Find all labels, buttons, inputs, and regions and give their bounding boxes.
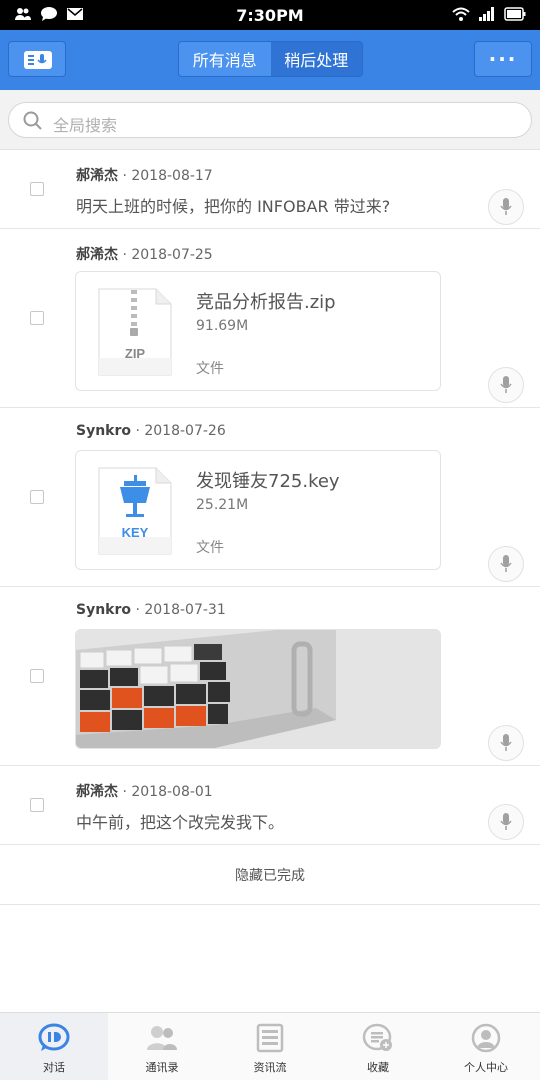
microphone-icon <box>500 555 512 572</box>
file-name: 发现锤友725.key <box>196 471 340 492</box>
wifi-icon <box>452 7 470 21</box>
search-input[interactable]: 全局搜索 <box>8 102 532 138</box>
message-text: 明天上班的时候，把你的 INFOBAR 带过来? <box>76 197 391 216</box>
nav-item-chat[interactable]: 对话 <box>0 1013 108 1080</box>
message-date: · 2018-07-26 <box>131 423 226 439</box>
favorites-icon <box>362 1023 392 1051</box>
file-type: 文件 <box>196 361 224 377</box>
file-icon-label: ZIP <box>125 346 146 361</box>
file-icon-label: KEY <box>122 525 149 540</box>
message-date: · 2018-08-17 <box>118 168 213 184</box>
item-meta: 郝浠杰 · 2018-07-25 <box>76 244 213 264</box>
file-size: 91.69M <box>196 318 249 334</box>
sender-name: 郝浠杰 <box>76 247 118 263</box>
tab-later[interactable]: 稍后处理 <box>270 42 362 76</box>
message-date: · 2018-07-31 <box>131 602 226 618</box>
voice-assistant-button[interactable] <box>8 41 66 77</box>
nav-item-contacts[interactable]: 通讯录 <box>108 1013 216 1080</box>
microphone-icon <box>500 198 512 215</box>
status-bar: 7:30PM <box>0 0 540 30</box>
search-area: 全局搜索 <box>0 90 540 150</box>
bottom-nav: 对话 通讯录 资讯流 收藏 个人中心 <box>0 1012 540 1080</box>
keyboard-photo <box>76 630 440 748</box>
more-button[interactable]: ··· <box>474 41 532 77</box>
nav-item-favorites[interactable]: 收藏 <box>324 1013 432 1080</box>
nav-label: 收藏 <box>367 1061 389 1074</box>
sender-name: 郝浠杰 <box>76 168 118 184</box>
message-date: · 2018-07-25 <box>118 247 213 263</box>
nav-item-profile[interactable]: 个人中心 <box>432 1013 540 1080</box>
search-icon <box>23 111 42 130</box>
news-icon <box>256 1023 284 1053</box>
nav-label: 对话 <box>43 1061 65 1074</box>
item-checkbox[interactable] <box>30 798 44 812</box>
image-attachment[interactable] <box>75 629 441 749</box>
message-filter-tabs: 所有消息 稍后处理 <box>178 41 363 77</box>
item-meta: 郝浠杰 · 2018-08-01 <box>76 781 213 801</box>
microphone-icon <box>500 376 512 393</box>
file-type: 文件 <box>196 540 224 556</box>
item-meta: Synkro · 2018-07-31 <box>76 602 226 618</box>
file-card[interactable]: KEY 发现锤友725.key 25.21M 文件 <box>75 450 441 570</box>
list-item[interactable]: 郝浠杰 · 2018-08-01 中午前，把这个改完发我下。 <box>0 766 540 845</box>
nav-label: 个人中心 <box>464 1061 508 1074</box>
item-checkbox[interactable] <box>30 669 44 683</box>
file-card[interactable]: ZIP 竞品分析报告.zip 91.69M 文件 <box>75 271 441 391</box>
battery-icon <box>504 7 526 21</box>
item-checkbox[interactable] <box>30 490 44 504</box>
chat-icon <box>38 1023 70 1051</box>
hide-completed-button[interactable]: 隐藏已完成 <box>0 845 540 905</box>
profile-icon <box>471 1023 501 1053</box>
sender-name: 郝浠杰 <box>76 784 118 800</box>
voice-card-icon <box>24 51 52 69</box>
zip-file-icon: ZIP <box>98 288 172 376</box>
keynote-file-icon: KEY <box>98 467 172 555</box>
item-checkbox[interactable] <box>30 182 44 196</box>
microphone-icon <box>500 813 512 830</box>
sender-name: Synkro <box>76 423 132 439</box>
list-item[interactable]: Synkro · 2018-07-26 KEY 发现锤友725.key 25.2… <box>0 408 540 587</box>
nav-item-news[interactable]: 资讯流 <box>216 1013 324 1080</box>
list-item[interactable]: 郝浠杰 · 2018-07-25 ZIP 竞品分析报告.zip 91.69M 文… <box>0 229 540 408</box>
signal-icon <box>479 7 494 21</box>
message-date: · 2018-08-01 <box>118 784 213 800</box>
voice-reply-button[interactable] <box>488 804 524 840</box>
voice-reply-button[interactable] <box>488 546 524 582</box>
item-checkbox[interactable] <box>30 311 44 325</box>
nav-label: 通讯录 <box>145 1061 179 1074</box>
contacts-icon <box>147 1026 177 1050</box>
list-item[interactable]: Synkro · 2018-07-31 <box>0 587 540 766</box>
message-text: 中午前，把这个改完发我下。 <box>76 813 285 832</box>
file-size: 25.21M <box>196 497 249 513</box>
sender-name: Synkro <box>76 602 132 618</box>
top-bar: 所有消息 稍后处理 ··· <box>0 30 540 90</box>
search-placeholder: 全局搜索 <box>53 116 118 135</box>
microphone-icon <box>500 734 512 751</box>
tab-all-messages[interactable]: 所有消息 <box>179 42 271 76</box>
nav-label: 资讯流 <box>253 1061 287 1074</box>
file-name: 竞品分析报告.zip <box>196 292 336 313</box>
voice-reply-button[interactable] <box>488 189 524 225</box>
voice-reply-button[interactable] <box>488 367 524 403</box>
item-meta: Synkro · 2018-07-26 <box>76 423 226 439</box>
item-meta: 郝浠杰 · 2018-08-17 <box>76 165 213 185</box>
list-item[interactable]: 郝浠杰 · 2018-08-17 明天上班的时候，把你的 INFOBAR 带过来… <box>0 151 540 229</box>
voice-reply-button[interactable] <box>488 725 524 761</box>
